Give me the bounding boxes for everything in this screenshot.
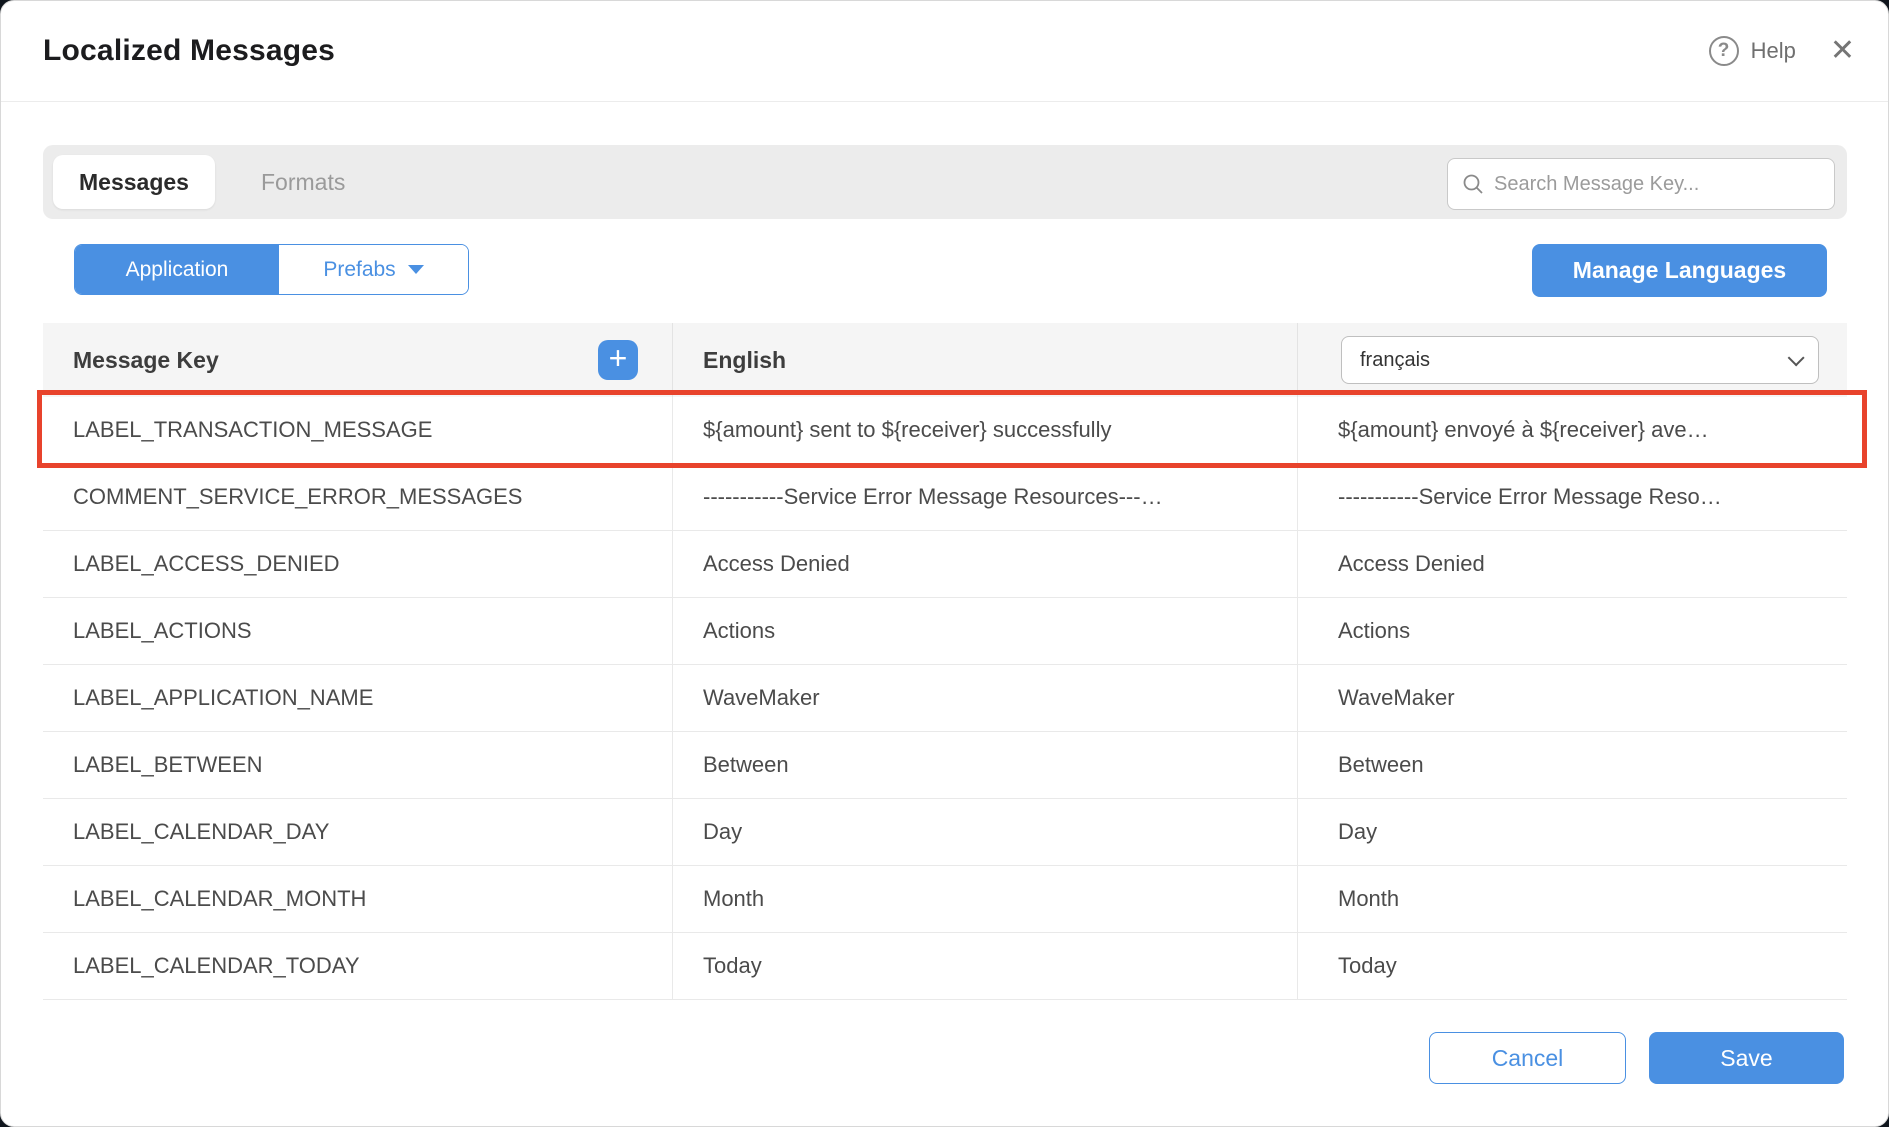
message-key-cell[interactable]: LABEL_CALENDAR_TODAY	[43, 933, 673, 999]
prefabs-button[interactable]: Prefabs	[279, 245, 468, 294]
message-key-cell[interactable]: COMMENT_SERVICE_ERROR_MESSAGES	[43, 464, 673, 530]
search-box[interactable]	[1447, 158, 1835, 210]
translation-cell[interactable]: Access Denied	[1298, 531, 1847, 597]
english-cell[interactable]: Actions	[673, 598, 1298, 664]
column-header-language: français	[1298, 323, 1847, 397]
language-select-value: français	[1360, 349, 1430, 372]
table-row: LABEL_CALENDAR_TODAYTodayToday	[43, 933, 1847, 1000]
translation-cell[interactable]: Actions	[1298, 598, 1847, 664]
english-cell[interactable]: Month	[673, 866, 1298, 932]
table-row: LABEL_BETWEENBetweenBetween	[43, 732, 1847, 799]
search-input[interactable]	[1494, 173, 1820, 196]
message-key-cell[interactable]: LABEL_TRANSACTION_MESSAGE	[43, 397, 673, 463]
add-message-key-button[interactable]: +	[598, 340, 638, 380]
table-row: LABEL_APPLICATION_NAMEWaveMakerWaveMaker	[43, 665, 1847, 732]
footer-actions: Cancel Save	[1429, 1032, 1844, 1084]
translation-cell[interactable]: Today	[1298, 933, 1847, 999]
column-header-message-key: Message Key +	[43, 323, 673, 397]
translation-cell[interactable]: Month	[1298, 866, 1847, 932]
translation-cell[interactable]: Between	[1298, 732, 1847, 798]
message-key-cell[interactable]: LABEL_ACCESS_DENIED	[43, 531, 673, 597]
cancel-button[interactable]: Cancel	[1429, 1032, 1626, 1084]
tab-formats[interactable]: Formats	[261, 169, 345, 196]
help-label: Help	[1751, 38, 1796, 64]
message-key-cell[interactable]: LABEL_CALENDAR_DAY	[43, 799, 673, 865]
table-row: LABEL_TRANSACTION_MESSAGE${amount} sent …	[43, 397, 1847, 464]
prefabs-label: Prefabs	[323, 258, 395, 282]
close-icon[interactable]: ✕	[1830, 36, 1855, 66]
dialog-header: Localized Messages ? Help ✕	[1, 1, 1888, 102]
table-header-row: Message Key + English français	[43, 323, 1847, 397]
translation-cell[interactable]: Day	[1298, 799, 1847, 865]
scope-toggle-group: Application Prefabs	[74, 244, 469, 295]
translation-cell[interactable]: ${amount} envoyé à ${receiver} ave…	[1298, 397, 1847, 463]
help-icon: ?	[1709, 36, 1739, 66]
table-body: LABEL_TRANSACTION_MESSAGE${amount} sent …	[43, 397, 1847, 1000]
dialog-title: Localized Messages	[43, 34, 335, 68]
message-key-cell[interactable]: LABEL_ACTIONS	[43, 598, 673, 664]
english-cell[interactable]: ${amount} sent to ${receiver} successful…	[673, 397, 1298, 463]
english-cell[interactable]: WaveMaker	[673, 665, 1298, 731]
localized-messages-dialog: Localized Messages ? Help ✕ Messages For…	[0, 0, 1889, 1127]
table-row: LABEL_CALENDAR_DAYDayDay	[43, 799, 1847, 866]
messages-table: Message Key + English français LABEL_TRA…	[43, 323, 1847, 1000]
help-button[interactable]: ? Help	[1709, 36, 1796, 66]
application-button[interactable]: Application	[75, 245, 279, 294]
table-row: LABEL_ACCESS_DENIEDAccess DeniedAccess D…	[43, 531, 1847, 598]
column-header-english: English	[673, 323, 1298, 397]
tab-messages[interactable]: Messages	[53, 155, 215, 209]
manage-languages-button[interactable]: Manage Languages	[1532, 244, 1827, 297]
caret-down-icon	[408, 265, 424, 274]
search-icon	[1462, 173, 1484, 195]
table-row: COMMENT_SERVICE_ERROR_MESSAGES----------…	[43, 464, 1847, 531]
save-button[interactable]: Save	[1649, 1032, 1844, 1084]
chevron-down-icon	[1788, 349, 1805, 366]
message-key-cell[interactable]: LABEL_APPLICATION_NAME	[43, 665, 673, 731]
english-cell[interactable]: Day	[673, 799, 1298, 865]
english-cell[interactable]: Today	[673, 933, 1298, 999]
translation-cell[interactable]: WaveMaker	[1298, 665, 1847, 731]
translation-cell[interactable]: -----------Service Error Message Reso…	[1298, 464, 1847, 530]
english-cell[interactable]: Access Denied	[673, 531, 1298, 597]
message-key-cell[interactable]: LABEL_CALENDAR_MONTH	[43, 866, 673, 932]
message-key-cell[interactable]: LABEL_BETWEEN	[43, 732, 673, 798]
table-row: LABEL_CALENDAR_MONTHMonthMonth	[43, 866, 1847, 933]
english-cell[interactable]: -----------Service Error Message Resourc…	[673, 464, 1298, 530]
tab-bar: Messages Formats	[43, 145, 1847, 219]
language-select[interactable]: français	[1341, 336, 1819, 384]
table-row: LABEL_ACTIONSActionsActions	[43, 598, 1847, 665]
english-cell[interactable]: Between	[673, 732, 1298, 798]
